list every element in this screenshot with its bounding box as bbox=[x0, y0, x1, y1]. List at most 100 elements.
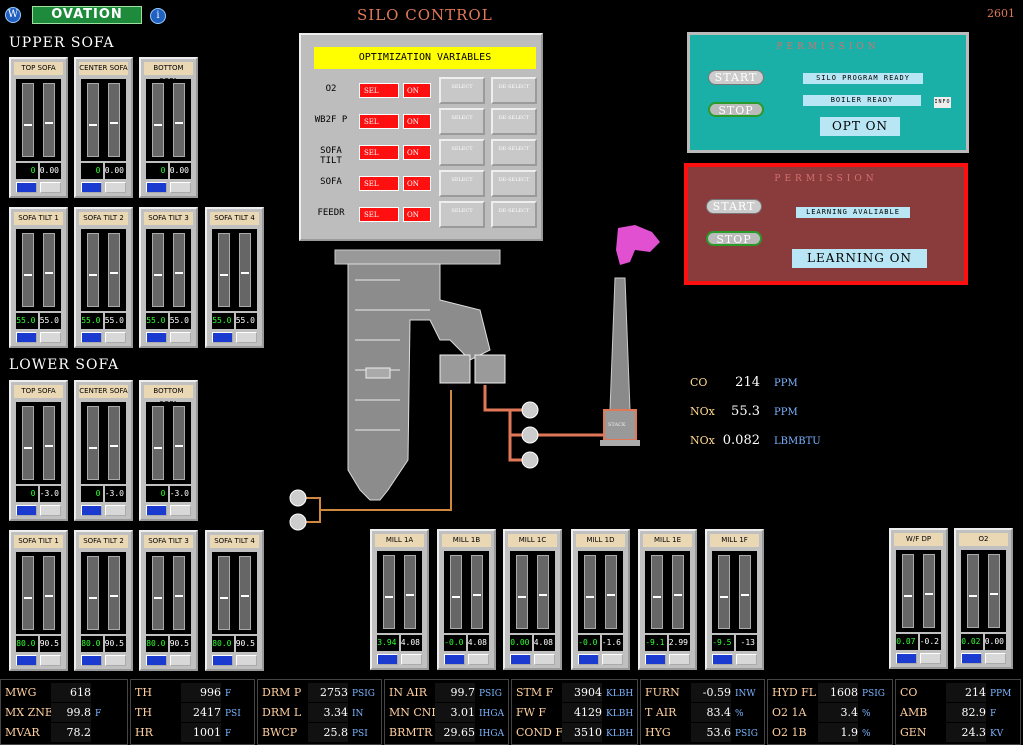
position-bar[interactable] bbox=[87, 83, 99, 157]
setpoint-bar[interactable] bbox=[108, 233, 120, 307]
manual-button[interactable] bbox=[40, 182, 61, 193]
manual-button[interactable] bbox=[40, 655, 61, 666]
info-button[interactable]: INFO bbox=[934, 97, 951, 108]
manual-button[interactable] bbox=[105, 332, 126, 343]
auto-button[interactable] bbox=[16, 332, 37, 343]
manual-button[interactable] bbox=[105, 655, 126, 666]
position-bar[interactable] bbox=[22, 83, 34, 157]
select-button[interactable]: SELECT bbox=[439, 77, 485, 104]
learning-on-button[interactable]: LEARNING ON bbox=[792, 249, 927, 268]
position-bar[interactable] bbox=[651, 555, 663, 629]
manual-button[interactable] bbox=[468, 654, 489, 665]
position-bar[interactable] bbox=[87, 233, 99, 307]
position-bar[interactable] bbox=[450, 555, 462, 629]
setpoint-bar[interactable] bbox=[173, 406, 185, 480]
auto-button[interactable] bbox=[645, 654, 666, 665]
auto-button[interactable] bbox=[961, 653, 982, 664]
setpoint-bar[interactable] bbox=[404, 555, 416, 629]
position-bar[interactable] bbox=[22, 556, 34, 630]
manual-button[interactable] bbox=[236, 332, 257, 343]
auto-button[interactable] bbox=[444, 654, 465, 665]
stop-button[interactable]: STOP bbox=[706, 231, 762, 246]
manual-button[interactable] bbox=[736, 654, 757, 665]
manual-button[interactable] bbox=[602, 654, 623, 665]
auto-button[interactable] bbox=[712, 654, 733, 665]
sel-button[interactable]: SEL bbox=[359, 114, 399, 129]
auto-button[interactable] bbox=[81, 505, 102, 516]
deselect-button[interactable]: DE-SELECT bbox=[491, 108, 537, 135]
select-button[interactable]: SELECT bbox=[439, 108, 485, 135]
setpoint-bar[interactable] bbox=[108, 406, 120, 480]
setpoint-bar[interactable] bbox=[239, 233, 251, 307]
auto-button[interactable] bbox=[16, 505, 37, 516]
auto-button[interactable] bbox=[146, 332, 167, 343]
opt-on-button[interactable]: OPT ON bbox=[820, 117, 900, 136]
setpoint-bar[interactable] bbox=[605, 555, 617, 629]
deselect-button[interactable]: DE-SELECT bbox=[491, 139, 537, 166]
setpoint-bar[interactable] bbox=[173, 83, 185, 157]
position-bar[interactable] bbox=[152, 233, 164, 307]
setpoint-bar[interactable] bbox=[43, 556, 55, 630]
auto-button[interactable] bbox=[146, 505, 167, 516]
auto-button[interactable] bbox=[146, 655, 167, 666]
select-button[interactable]: SELECT bbox=[439, 139, 485, 166]
manual-button[interactable] bbox=[534, 654, 555, 665]
setpoint-bar[interactable] bbox=[108, 83, 120, 157]
position-bar[interactable] bbox=[902, 554, 914, 628]
deselect-button[interactable]: DE-SELECT bbox=[491, 77, 537, 104]
info-globe-icon[interactable]: i bbox=[150, 8, 166, 24]
setpoint-bar[interactable] bbox=[923, 554, 935, 628]
auto-button[interactable] bbox=[81, 182, 102, 193]
position-bar[interactable] bbox=[22, 406, 34, 480]
auto-button[interactable] bbox=[212, 332, 233, 343]
auto-button[interactable] bbox=[16, 182, 37, 193]
setpoint-bar[interactable] bbox=[43, 233, 55, 307]
position-bar[interactable] bbox=[152, 556, 164, 630]
position-bar[interactable] bbox=[152, 406, 164, 480]
auto-button[interactable] bbox=[146, 182, 167, 193]
setpoint-bar[interactable] bbox=[43, 406, 55, 480]
manual-button[interactable] bbox=[105, 182, 126, 193]
manual-button[interactable] bbox=[170, 332, 191, 343]
position-bar[interactable] bbox=[967, 554, 979, 628]
auto-button[interactable] bbox=[16, 655, 37, 666]
setpoint-bar[interactable] bbox=[537, 555, 549, 629]
auto-button[interactable] bbox=[377, 654, 398, 665]
setpoint-bar[interactable] bbox=[239, 556, 251, 630]
manual-button[interactable] bbox=[669, 654, 690, 665]
manual-button[interactable] bbox=[170, 655, 191, 666]
setpoint-bar[interactable] bbox=[173, 556, 185, 630]
position-bar[interactable] bbox=[218, 233, 230, 307]
position-bar[interactable] bbox=[87, 556, 99, 630]
manual-button[interactable] bbox=[40, 505, 61, 516]
position-bar[interactable] bbox=[87, 406, 99, 480]
position-bar[interactable] bbox=[383, 555, 395, 629]
stop-button[interactable]: STOP bbox=[708, 102, 764, 117]
setpoint-bar[interactable] bbox=[471, 555, 483, 629]
sel-button[interactable]: SEL bbox=[359, 176, 399, 191]
manual-button[interactable] bbox=[985, 653, 1006, 664]
setpoint-bar[interactable] bbox=[43, 83, 55, 157]
setpoint-bar[interactable] bbox=[672, 555, 684, 629]
auto-button[interactable] bbox=[81, 655, 102, 666]
auto-button[interactable] bbox=[896, 653, 917, 664]
setpoint-bar[interactable] bbox=[173, 233, 185, 307]
sel-button[interactable]: SEL bbox=[359, 83, 399, 98]
manual-button[interactable] bbox=[105, 505, 126, 516]
start-button[interactable]: START bbox=[708, 70, 764, 85]
auto-button[interactable] bbox=[212, 655, 233, 666]
manual-button[interactable] bbox=[401, 654, 422, 665]
position-bar[interactable] bbox=[218, 556, 230, 630]
position-bar[interactable] bbox=[516, 555, 528, 629]
manual-button[interactable] bbox=[40, 332, 61, 343]
auto-button[interactable] bbox=[510, 654, 531, 665]
manual-button[interactable] bbox=[236, 655, 257, 666]
deselect-button[interactable]: DE-SELECT bbox=[491, 170, 537, 197]
setpoint-bar[interactable] bbox=[988, 554, 1000, 628]
setpoint-bar[interactable] bbox=[739, 555, 751, 629]
start-button[interactable]: START bbox=[706, 199, 762, 214]
position-bar[interactable] bbox=[22, 233, 34, 307]
setpoint-bar[interactable] bbox=[108, 556, 120, 630]
manual-button[interactable] bbox=[170, 182, 191, 193]
position-bar[interactable] bbox=[718, 555, 730, 629]
